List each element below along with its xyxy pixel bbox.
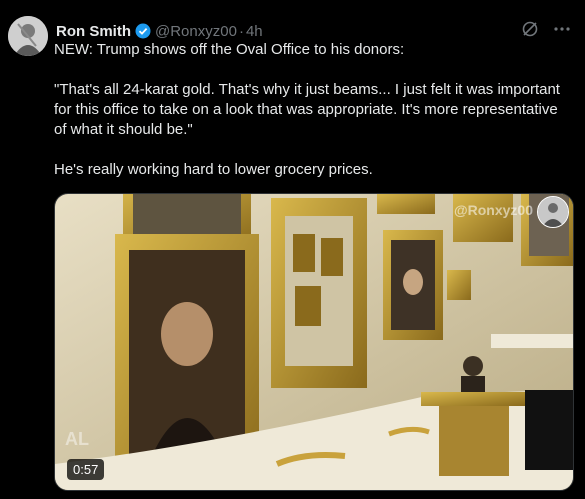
tweet-comment: He's really working hard to lower grocer…	[54, 161, 373, 178]
video-duration: 0:57	[67, 459, 105, 480]
post-time[interactable]: 4h	[246, 23, 263, 40]
separator-dot: ·	[238, 22, 244, 40]
video-frame	[55, 194, 573, 490]
verified-badge-icon	[135, 23, 151, 39]
news-logo: AL	[65, 429, 89, 449]
tweet-text: NEW: Trump shows off the Oval Office to …	[54, 40, 574, 180]
tweet-line-intro: NEW: Trump shows off the Oval Office to …	[54, 41, 405, 58]
video-player[interactable]: AL @Ronxyz00 0:57	[54, 193, 574, 491]
video-watermark: @Ronxyz00	[453, 202, 533, 218]
author-handle[interactable]: @Ronxyz00	[155, 23, 237, 40]
author-avatar[interactable]	[8, 16, 48, 56]
more-options-icon[interactable]	[553, 20, 571, 38]
tweet-header: Ron Smith @Ronxyz00 · 4h	[56, 20, 575, 42]
tweet-quote: "That's all 24-karat gold. That's why it…	[54, 81, 560, 138]
author-name[interactable]: Ron Smith	[56, 23, 131, 40]
watermark-avatar	[537, 196, 569, 228]
grok-icon[interactable]	[521, 20, 539, 38]
